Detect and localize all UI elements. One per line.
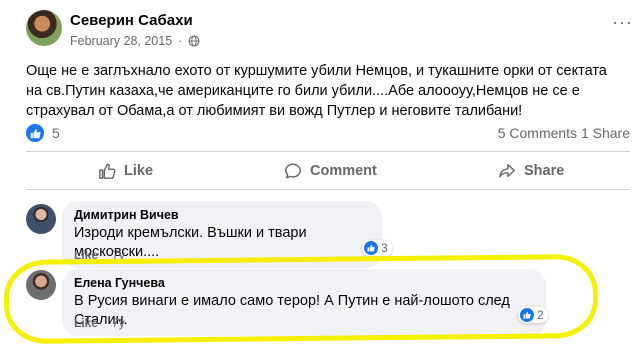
like-reaction-icon xyxy=(520,308,534,322)
globe-icon xyxy=(188,35,200,47)
divider-top xyxy=(26,151,630,152)
comment-age[interactable]: 7y xyxy=(112,316,125,330)
comment-like-button[interactable]: Like xyxy=(74,316,98,330)
like-button[interactable]: Like xyxy=(98,162,153,180)
engagement-counts: 5 Comments 1 Share xyxy=(498,125,630,141)
commenter-avatar[interactable] xyxy=(26,204,56,234)
comment-button-label: Comment xyxy=(310,163,377,179)
like-count[interactable]: 5 xyxy=(52,125,60,141)
reaction-count: 2 xyxy=(537,308,544,322)
comment-bubble: Елена Гунчева В Русия винаги е имало сам… xyxy=(62,269,546,336)
share-icon xyxy=(499,163,515,178)
reaction-summary[interactable]: 5 xyxy=(26,124,60,142)
comment-icon xyxy=(285,163,301,179)
comment-reactions[interactable]: 2 xyxy=(518,307,548,323)
commenter-name[interactable]: Елена Гунчева xyxy=(74,275,534,291)
comment-actions: Like 7y xyxy=(74,248,125,262)
comment-age[interactable]: 7y xyxy=(112,248,125,262)
post-date[interactable]: February 28, 2015 xyxy=(70,34,172,48)
thumbs-up-icon xyxy=(99,163,116,179)
commenter-name[interactable]: Димитрин Вичев xyxy=(74,207,370,223)
comments-count[interactable]: 5 Comments xyxy=(498,125,577,141)
shares-count[interactable]: 1 Share xyxy=(581,125,630,141)
like-button-label: Like xyxy=(124,163,154,179)
comment-actions: Like 7y xyxy=(74,316,125,330)
more-options-button[interactable]: ··· xyxy=(612,12,633,33)
reaction-count: 3 xyxy=(381,241,388,255)
like-reaction-icon xyxy=(364,241,378,255)
post-author-name[interactable]: Северин Сабахи xyxy=(70,12,193,29)
commenter-avatar[interactable] xyxy=(26,270,56,300)
comment-text: В Русия винаги е имало само терор! А Пут… xyxy=(74,293,510,328)
comment-reactions[interactable]: 3 xyxy=(362,240,392,256)
post-text: Още не е заглъхнало ехото от куршумите у… xyxy=(26,63,607,119)
post-meta: February 28, 2015 · xyxy=(70,34,200,48)
share-button-label: Share xyxy=(524,163,565,179)
comment-like-button[interactable]: Like xyxy=(74,248,98,262)
comment-button[interactable]: Comment xyxy=(284,162,377,180)
share-button[interactable]: Share xyxy=(498,162,564,180)
like-reaction-icon xyxy=(26,124,44,142)
divider-bottom xyxy=(26,189,630,190)
meta-separator: · xyxy=(178,34,183,48)
author-avatar[interactable] xyxy=(26,10,62,46)
